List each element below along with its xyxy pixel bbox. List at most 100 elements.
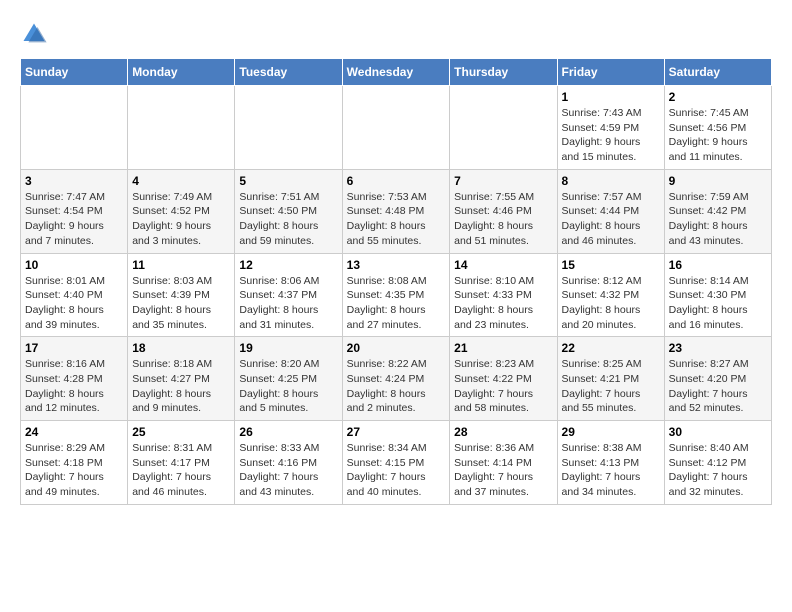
day-info: Sunrise: 8:40 AMSunset: 4:12 PMDaylight:… — [669, 441, 767, 500]
header-row: SundayMondayTuesdayWednesdayThursdayFrid… — [21, 59, 772, 86]
day-number: 10 — [25, 258, 123, 272]
calendar-cell — [342, 86, 450, 170]
calendar-week-3: 10Sunrise: 8:01 AMSunset: 4:40 PMDayligh… — [21, 253, 772, 337]
day-info: Sunrise: 8:29 AMSunset: 4:18 PMDaylight:… — [25, 441, 123, 500]
day-number: 18 — [132, 341, 230, 355]
day-info: Sunrise: 7:43 AMSunset: 4:59 PMDaylight:… — [562, 106, 660, 165]
day-info: Sunrise: 8:08 AMSunset: 4:35 PMDaylight:… — [347, 274, 446, 333]
day-info: Sunrise: 8:31 AMSunset: 4:17 PMDaylight:… — [132, 441, 230, 500]
calendar-cell: 23 Sunrise: 8:27 AMSunset: 4:20 PMDayligh… — [664, 337, 771, 421]
day-number: 4 — [132, 174, 230, 188]
calendar-table: SundayMondayTuesdayWednesdayThursdayFrid… — [20, 58, 772, 505]
calendar-week-4: 17 Sunrise: 8:16 AMSunset: 4:28 PMDayligh… — [21, 337, 772, 421]
day-number: 26 — [239, 425, 337, 439]
day-header-sunday: Sunday — [21, 59, 128, 86]
day-info: Sunrise: 8:33 AMSunset: 4:16 PMDaylight:… — [239, 441, 337, 500]
calendar-cell: 11Sunrise: 8:03 AMSunset: 4:39 PMDayligh… — [128, 253, 235, 337]
calendar-cell: 20 Sunrise: 8:22 AMSunset: 4:24 PMDayligh… — [342, 337, 450, 421]
day-number: 15 — [562, 258, 660, 272]
calendar-cell: 19 Sunrise: 8:20 AMSunset: 4:25 PMDayligh… — [235, 337, 342, 421]
calendar-cell: 18Sunrise: 8:18 AMSunset: 4:27 PMDayligh… — [128, 337, 235, 421]
day-header-thursday: Thursday — [450, 59, 557, 86]
day-info: Sunrise: 8:22 AMSunset: 4:24 PMDaylight:… — [347, 357, 446, 416]
calendar-cell: 10Sunrise: 8:01 AMSunset: 4:40 PMDayligh… — [21, 253, 128, 337]
calendar-cell: 14 Sunrise: 8:10 AMSunset: 4:33 PMDayligh… — [450, 253, 557, 337]
logo — [20, 20, 52, 48]
day-number: 8 — [562, 174, 660, 188]
day-number: 3 — [25, 174, 123, 188]
calendar-cell: 13 Sunrise: 8:08 AMSunset: 4:35 PMDayligh… — [342, 253, 450, 337]
page-header — [20, 20, 772, 48]
day-header-saturday: Saturday — [664, 59, 771, 86]
day-number: 29 — [562, 425, 660, 439]
day-number: 16 — [669, 258, 767, 272]
calendar-cell: 26 Sunrise: 8:33 AMSunset: 4:16 PMDayligh… — [235, 421, 342, 505]
calendar-cell: 30Sunrise: 8:40 AMSunset: 4:12 PMDayligh… — [664, 421, 771, 505]
day-info: Sunrise: 8:16 AMSunset: 4:28 PMDaylight:… — [25, 357, 123, 416]
calendar-cell: 25 Sunrise: 8:31 AMSunset: 4:17 PMDayligh… — [128, 421, 235, 505]
day-info: Sunrise: 8:36 AMSunset: 4:14 PMDaylight:… — [454, 441, 552, 500]
calendar-cell — [128, 86, 235, 170]
day-info: Sunrise: 7:45 AMSunset: 4:56 PMDaylight:… — [669, 106, 767, 165]
logo-icon — [20, 20, 48, 48]
calendar-cell: 28 Sunrise: 8:36 AMSunset: 4:14 PMDayligh… — [450, 421, 557, 505]
calendar-cell: 21 Sunrise: 8:23 AMSunset: 4:22 PMDayligh… — [450, 337, 557, 421]
day-header-monday: Monday — [128, 59, 235, 86]
calendar-cell: 5 Sunrise: 7:51 AMSunset: 4:50 PMDaylight… — [235, 169, 342, 253]
day-info: Sunrise: 7:53 AMSunset: 4:48 PMDaylight:… — [347, 190, 446, 249]
day-header-tuesday: Tuesday — [235, 59, 342, 86]
day-number: 1 — [562, 90, 660, 104]
day-info: Sunrise: 8:12 AMSunset: 4:32 PMDaylight:… — [562, 274, 660, 333]
day-number: 25 — [132, 425, 230, 439]
calendar-week-1: 1 Sunrise: 7:43 AMSunset: 4:59 PMDaylight… — [21, 86, 772, 170]
day-number: 23 — [669, 341, 767, 355]
calendar-cell: 12 Sunrise: 8:06 AMSunset: 4:37 PMDayligh… — [235, 253, 342, 337]
day-number: 7 — [454, 174, 552, 188]
day-info: Sunrise: 8:27 AMSunset: 4:20 PMDaylight:… — [669, 357, 767, 416]
day-number: 28 — [454, 425, 552, 439]
calendar-cell: 6 Sunrise: 7:53 AMSunset: 4:48 PMDaylight… — [342, 169, 450, 253]
calendar-cell: 29 Sunrise: 8:38 AMSunset: 4:13 PMDayligh… — [557, 421, 664, 505]
day-info: Sunrise: 8:06 AMSunset: 4:37 PMDaylight:… — [239, 274, 337, 333]
calendar-cell: 1 Sunrise: 7:43 AMSunset: 4:59 PMDaylight… — [557, 86, 664, 170]
day-header-friday: Friday — [557, 59, 664, 86]
calendar-cell — [235, 86, 342, 170]
day-number: 19 — [239, 341, 337, 355]
day-info: Sunrise: 8:38 AMSunset: 4:13 PMDaylight:… — [562, 441, 660, 500]
day-number: 11 — [132, 258, 230, 272]
calendar-cell: 7 Sunrise: 7:55 AMSunset: 4:46 PMDaylight… — [450, 169, 557, 253]
day-info: Sunrise: 8:14 AMSunset: 4:30 PMDaylight:… — [669, 274, 767, 333]
calendar-week-2: 3 Sunrise: 7:47 AMSunset: 4:54 PMDaylight… — [21, 169, 772, 253]
day-header-wednesday: Wednesday — [342, 59, 450, 86]
day-info: Sunrise: 8:25 AMSunset: 4:21 PMDaylight:… — [562, 357, 660, 416]
day-number: 13 — [347, 258, 446, 272]
calendar-cell: 3 Sunrise: 7:47 AMSunset: 4:54 PMDaylight… — [21, 169, 128, 253]
day-number: 6 — [347, 174, 446, 188]
day-number: 14 — [454, 258, 552, 272]
calendar-header: SundayMondayTuesdayWednesdayThursdayFrid… — [21, 59, 772, 86]
day-info: Sunrise: 8:10 AMSunset: 4:33 PMDaylight:… — [454, 274, 552, 333]
day-info: Sunrise: 8:20 AMSunset: 4:25 PMDaylight:… — [239, 357, 337, 416]
day-number: 22 — [562, 341, 660, 355]
calendar-body: 1 Sunrise: 7:43 AMSunset: 4:59 PMDaylight… — [21, 86, 772, 505]
calendar-cell: 17 Sunrise: 8:16 AMSunset: 4:28 PMDayligh… — [21, 337, 128, 421]
day-number: 27 — [347, 425, 446, 439]
day-number: 2 — [669, 90, 767, 104]
day-info: Sunrise: 7:55 AMSunset: 4:46 PMDaylight:… — [454, 190, 552, 249]
day-number: 12 — [239, 258, 337, 272]
day-number: 17 — [25, 341, 123, 355]
day-info: Sunrise: 7:57 AMSunset: 4:44 PMDaylight:… — [562, 190, 660, 249]
day-number: 5 — [239, 174, 337, 188]
day-number: 21 — [454, 341, 552, 355]
calendar-cell: 27 Sunrise: 8:34 AMSunset: 4:15 PMDayligh… — [342, 421, 450, 505]
calendar-cell: 4Sunrise: 7:49 AMSunset: 4:52 PMDaylight… — [128, 169, 235, 253]
calendar-cell: 24Sunrise: 8:29 AMSunset: 4:18 PMDayligh… — [21, 421, 128, 505]
day-info: Sunrise: 8:23 AMSunset: 4:22 PMDaylight:… — [454, 357, 552, 416]
day-number: 20 — [347, 341, 446, 355]
day-info: Sunrise: 7:47 AMSunset: 4:54 PMDaylight:… — [25, 190, 123, 249]
calendar-cell: 8 Sunrise: 7:57 AMSunset: 4:44 PMDaylight… — [557, 169, 664, 253]
day-info: Sunrise: 8:34 AMSunset: 4:15 PMDaylight:… — [347, 441, 446, 500]
calendar-cell: 15 Sunrise: 8:12 AMSunset: 4:32 PMDayligh… — [557, 253, 664, 337]
day-info: Sunrise: 7:59 AMSunset: 4:42 PMDaylight:… — [669, 190, 767, 249]
day-info: Sunrise: 7:51 AMSunset: 4:50 PMDaylight:… — [239, 190, 337, 249]
